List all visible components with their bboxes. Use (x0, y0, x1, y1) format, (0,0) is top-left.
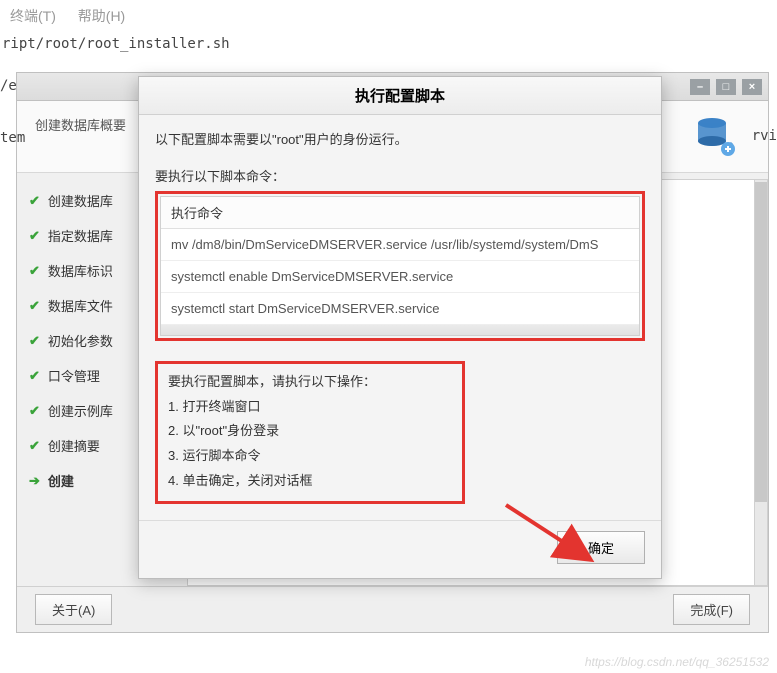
about-button[interactable]: 关于(A) (35, 594, 112, 625)
dialog-title: 执行配置脚本 (139, 77, 661, 115)
instruction-step: 2. 以"root"身份登录 (168, 419, 452, 444)
menu-terminal[interactable]: 终端(T) (10, 8, 56, 24)
minimize-button[interactable]: – (690, 79, 710, 95)
menu-help[interactable]: 帮助(H) (78, 8, 125, 24)
terminal-bg-line: /e (0, 78, 17, 94)
wizard-step-label: 数据库标识 (48, 261, 113, 280)
commands-highlight: 执行命令 mv /dm8/bin/DmServiceDMSERVER.servi… (155, 191, 645, 341)
wizard-step-label: 指定数据库 (48, 226, 113, 245)
wizard-step-label: 初始化参数 (48, 331, 113, 350)
command-row: systemctl start DmServiceDMSERVER.servic… (161, 293, 639, 325)
instruction-step: 1. 打开终端窗口 (168, 395, 452, 420)
check-icon: ✔ (29, 298, 40, 314)
check-icon: ✔ (29, 403, 40, 419)
instructions-highlight: 要执行配置脚本，请执行以下操作： 1. 打开终端窗口 2. 以"root"身份登… (155, 361, 465, 504)
terminal-output: ript/root/root_installer.sh (0, 32, 777, 56)
wizard-step-label: 数据库文件 (48, 296, 113, 315)
ok-button[interactable]: 确定 (557, 531, 645, 564)
wizard-step-label: 口令管理 (48, 366, 100, 385)
finish-button[interactable]: 完成(F) (673, 594, 750, 625)
instruction-step: 4. 单击确定，关闭对话框 (168, 469, 452, 494)
wizard-step-label: 创建摘要 (48, 436, 100, 455)
menubar: 终端(T) 帮助(H) (0, 0, 777, 32)
scrollbar[interactable] (754, 179, 768, 586)
command-row: mv /dm8/bin/DmServiceDMSERVER.service /u… (161, 229, 639, 261)
dialog-intro-text: 以下配置脚本需要以"root"用户的身份运行。 (155, 129, 645, 148)
check-icon: ✔ (29, 263, 40, 279)
watermark-text: https://blog.csdn.net/qq_36251532 (585, 655, 769, 669)
wizard-step-label: 创建示例库 (48, 401, 113, 420)
config-script-dialog: 执行配置脚本 以下配置脚本需要以"root"用户的身份运行。 要执行以下脚本命令… (138, 76, 662, 579)
terminal-bg-line: tem (0, 130, 25, 146)
arrow-right-icon: ➔ (29, 473, 40, 489)
terminal-line: ript/root/root_installer.sh (2, 36, 775, 52)
terminal-bg-line: rvi (752, 128, 777, 144)
instruction-step: 3. 运行脚本命令 (168, 444, 452, 469)
database-icon (692, 113, 740, 164)
check-icon: ✔ (29, 228, 40, 244)
check-icon: ✔ (29, 368, 40, 384)
check-icon: ✔ (29, 333, 40, 349)
commands-table-header: 执行命令 (161, 197, 639, 229)
main-footer: 关于(A) 完成(F) (17, 586, 768, 632)
commands-table: 执行命令 mv /dm8/bin/DmServiceDMSERVER.servi… (160, 196, 640, 336)
check-icon: ✔ (29, 193, 40, 209)
close-button[interactable]: × (742, 79, 762, 95)
check-icon: ✔ (29, 438, 40, 454)
wizard-step-label: 创建 (48, 471, 74, 490)
commands-heading: 要执行以下脚本命令： (155, 166, 645, 185)
command-row: systemctl enable DmServiceDMSERVER.servi… (161, 261, 639, 293)
main-header-text: 创建数据库概要 (35, 118, 126, 133)
horizontal-scrollbar[interactable] (161, 325, 639, 335)
instructions-heading: 要执行配置脚本，请执行以下操作： (168, 370, 452, 395)
wizard-step-label: 创建数据库 (48, 191, 113, 210)
maximize-button[interactable]: □ (716, 79, 736, 95)
